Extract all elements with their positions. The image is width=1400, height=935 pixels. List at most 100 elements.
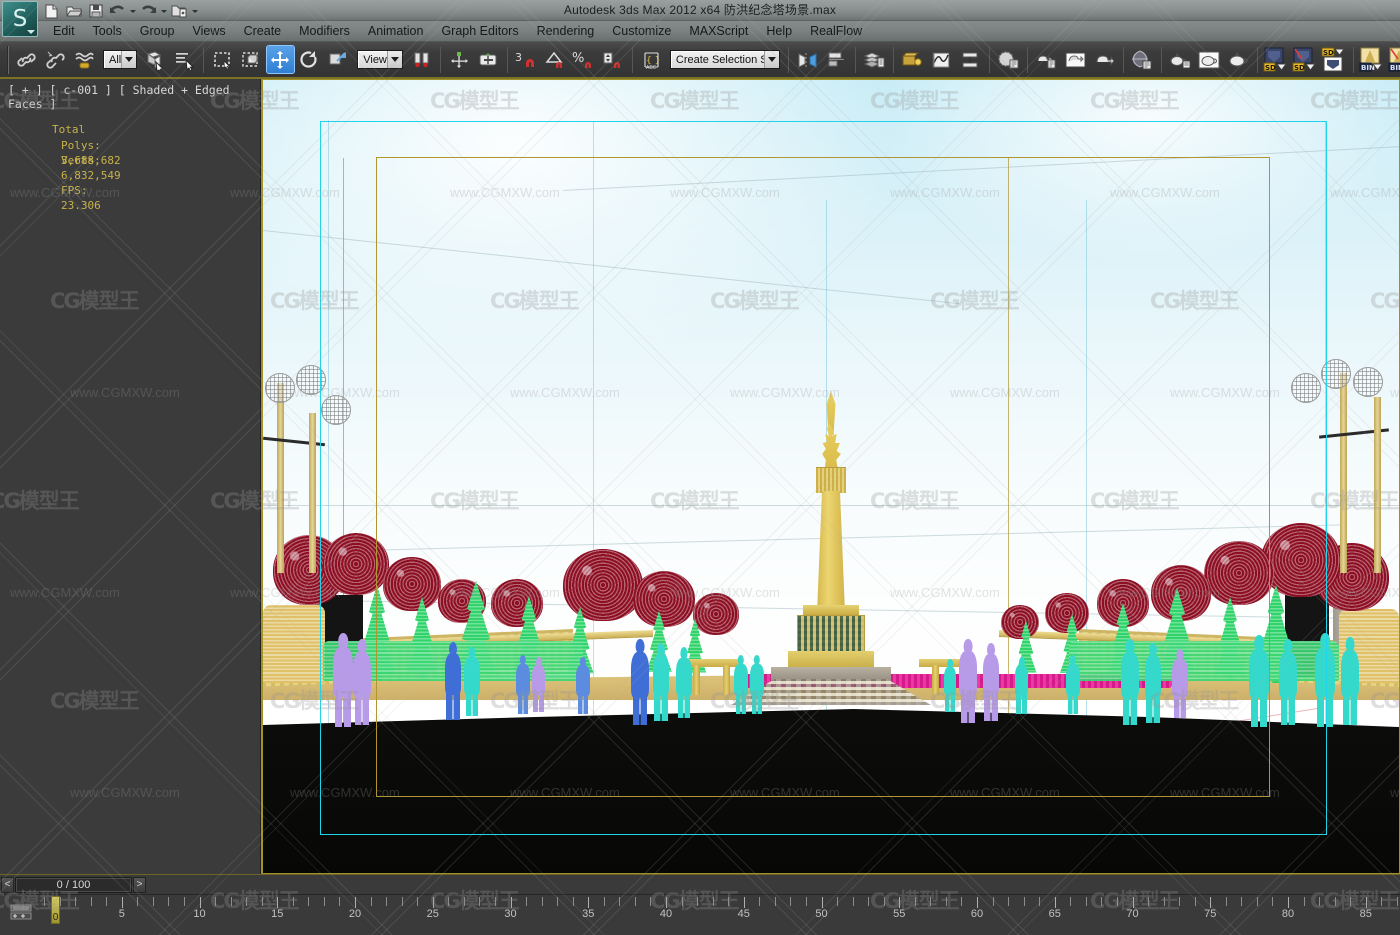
ruler-tick-label: 70 (1126, 908, 1139, 920)
material-editor-icon[interactable] (995, 46, 1022, 73)
qat-overflow-icon[interactable] (192, 3, 198, 20)
viewport-label[interactable]: [ + ] [ c-001 ] [ Shaded + Edged Faces ] (8, 83, 260, 111)
ruler-tick (526, 897, 528, 906)
ruler-tick-major (1365, 897, 1367, 908)
teapot-icon[interactable] (1225, 46, 1252, 73)
stats-fps-row: FPS: 23.306 (8, 168, 101, 228)
teapot-framed-icon[interactable] (1196, 46, 1223, 73)
schematic-view-icon[interactable] (957, 46, 984, 73)
current-frame-field[interactable]: 0 / 100 (15, 876, 132, 893)
rendered-frame-window-icon[interactable] (1062, 46, 1089, 73)
bind-to-space-warp-icon[interactable] (71, 46, 98, 73)
ruler-tick-label: 15 (271, 908, 284, 920)
render-setup-icon[interactable] (1033, 46, 1060, 73)
menu-create[interactable]: Create (235, 21, 291, 42)
menu-help[interactable]: Help (757, 21, 801, 42)
render-preview-globe-icon[interactable] (1129, 46, 1156, 73)
ruler-tick-major (821, 897, 823, 908)
ruler-tick (1085, 897, 1087, 906)
menu-tools[interactable]: Tools (84, 21, 131, 42)
mirror-icon[interactable] (794, 46, 821, 73)
select-and-move-icon[interactable] (266, 45, 296, 74)
application-menu-button[interactable]: Ѕ (2, 1, 38, 37)
menu-views[interactable]: Views (183, 21, 234, 42)
lamp-globe (1353, 367, 1383, 397)
menu-graph-editors[interactable]: Graph Editors (432, 21, 527, 42)
ruler-tick (1225, 897, 1227, 906)
save-file-icon[interactable] (86, 3, 105, 20)
select-and-manipulate-icon[interactable] (446, 46, 473, 73)
ruler-tick-major (1054, 897, 1056, 908)
ruler-tick-label: 65 (1048, 908, 1061, 920)
ruler-tick (914, 897, 916, 906)
timeline-ruler[interactable]: 5 10 15 20 25 30 35 40 45 50 55 60 65 70 75 80 85 0 (0, 894, 1400, 935)
previous-frame-button[interactable]: < (1, 876, 14, 893)
menu-rendering[interactable]: Rendering (528, 21, 604, 42)
toolbar-grip[interactable] (7, 45, 9, 74)
use-pivot-point-center-icon[interactable] (408, 46, 435, 73)
menu-realflow[interactable]: RealFlow (801, 21, 871, 42)
sd-render-1-icon[interactable]: SD (1263, 46, 1290, 73)
ruler-track[interactable]: 5 10 15 20 25 30 35 40 45 50 55 60 65 70 75 80 85 (44, 895, 1400, 935)
select-and-rotate-icon[interactable] (296, 46, 323, 73)
graphite-modeling-tools-icon[interactable] (899, 46, 926, 73)
menu-edit[interactable]: Edit (44, 21, 84, 42)
redo-icon[interactable] (139, 3, 158, 20)
bin-render-1-icon[interactable]: BIN (1359, 46, 1386, 73)
ruler-tick-label: 10 (193, 908, 206, 920)
rectangular-selection-region-icon[interactable] (209, 46, 236, 73)
select-by-name-icon[interactable] (171, 46, 198, 73)
reference-coordinate-system-combo[interactable]: View (357, 50, 403, 69)
chevron-down-icon[interactable] (386, 51, 402, 68)
percent-snap-toggle-icon[interactable]: % (571, 46, 598, 73)
teapot-with-panel-icon[interactable] (1167, 46, 1194, 73)
menu-maxscript[interactable]: MAXScript (680, 21, 757, 42)
select-and-link-icon[interactable] (13, 46, 40, 73)
ruler-tick (1396, 897, 1398, 906)
open-file-icon[interactable] (64, 3, 83, 20)
chevron-down-icon[interactable] (121, 51, 137, 68)
ruler-tick (1334, 897, 1336, 906)
window-crossing-icon[interactable] (238, 46, 265, 73)
ruler-tick (292, 897, 294, 906)
curve-editor-icon[interactable] (928, 46, 955, 73)
time-slider-handle[interactable]: 0 (51, 896, 60, 924)
select-object-icon[interactable] (142, 46, 169, 73)
redo-dropdown-icon[interactable] (161, 3, 167, 20)
next-frame-button[interactable]: > (133, 876, 146, 893)
render-production-icon[interactable] (1091, 46, 1118, 73)
ruler-tick-major (432, 897, 434, 908)
new-scene-icon[interactable] (42, 3, 61, 20)
bin-render-2-icon[interactable]: BIN (1388, 46, 1400, 73)
unlink-selection-icon[interactable] (42, 46, 69, 73)
ruler-tick (230, 897, 232, 906)
perspective-viewport[interactable] (261, 79, 1400, 874)
ruler-tick (261, 897, 263, 906)
named-selection-set-combo[interactable]: Create Selection Set (669, 50, 780, 69)
menu-customize[interactable]: Customize (603, 21, 680, 42)
layer-manager-icon[interactable] (861, 46, 888, 73)
app-menu-caret-icon (27, 30, 35, 34)
sd-render-3-icon[interactable]: SD (1321, 46, 1348, 73)
chevron-down-icon[interactable] (763, 51, 779, 68)
menu-modifiers[interactable]: Modifiers (290, 21, 359, 42)
menu-group[interactable]: Group (131, 21, 184, 42)
snaps-toggle-icon[interactable]: 3 (513, 46, 540, 73)
selection-filter-combo[interactable]: All (103, 50, 138, 69)
keyboard-shortcut-override-icon[interactable] (475, 46, 502, 73)
set-project-folder-icon[interactable] (170, 3, 189, 20)
ruler-tick (852, 897, 854, 906)
spinner-snap-toggle-icon[interactable] (600, 46, 627, 73)
ruler-tick (930, 897, 932, 906)
undo-dropdown-icon[interactable] (130, 3, 136, 20)
svg-text:BIN: BIN (1361, 64, 1375, 72)
angle-snap-toggle-icon[interactable] (542, 46, 569, 73)
menu-animation[interactable]: Animation (359, 21, 433, 42)
ruler-tick (323, 897, 325, 906)
edit-named-selection-sets-icon[interactable]: { } ABC (638, 46, 665, 73)
set-key-filters-icon[interactable] (8, 901, 34, 923)
undo-icon[interactable] (108, 3, 127, 20)
align-icon[interactable] (823, 46, 850, 73)
sd-render-2-icon[interactable]: SD (1292, 46, 1319, 73)
select-and-uniform-scale-icon[interactable] (325, 46, 352, 73)
